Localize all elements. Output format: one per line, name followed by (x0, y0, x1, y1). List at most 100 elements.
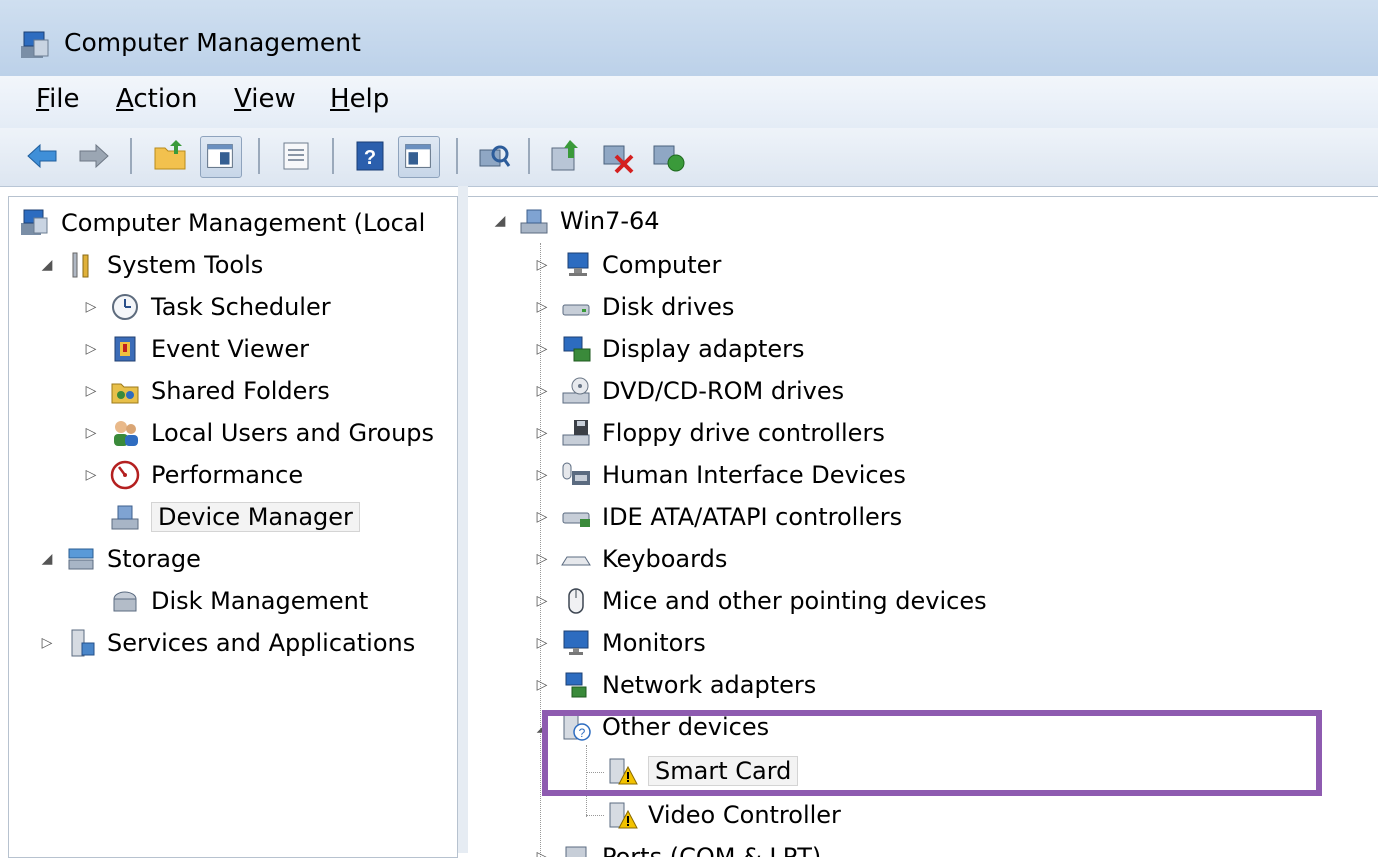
expanded-triangle-icon[interactable]: ◢ (39, 257, 55, 273)
tree-label: Shared Folders (151, 377, 330, 405)
tree-label: Event Viewer (151, 335, 309, 363)
collapsed-triangle-icon[interactable]: ▷ (83, 425, 99, 441)
floppy-controller-icon (562, 420, 590, 446)
tree-label: Video Controller (648, 801, 841, 829)
collapsed-triangle-icon[interactable]: ▷ (534, 509, 550, 525)
tree-label: Services and Applications (107, 629, 416, 657)
collapsed-triangle-icon[interactable]: ▷ (534, 467, 550, 483)
menu-view[interactable]: View (234, 84, 296, 114)
display-adapter-icon (563, 336, 591, 362)
tree-label: Computer (602, 251, 722, 279)
tree-label: Performance (151, 461, 304, 489)
device-manager-icon (111, 505, 139, 530)
disk-drive-icon (562, 304, 590, 316)
enable-device-icon[interactable] (648, 136, 688, 176)
event-viewer-icon (114, 336, 136, 362)
device-category-mice[interactable]: ▷ Mice and other pointing devices (534, 581, 987, 621)
console-tree[interactable]: Computer Management (Local ◢ System Tool… (8, 196, 458, 858)
collapsed-triangle-icon[interactable]: ▷ (534, 849, 550, 857)
menu-action[interactable]: Action (116, 84, 197, 114)
tree-label: IDE ATA/ATAPI controllers (602, 503, 903, 531)
collapsed-triangle-icon[interactable]: ▷ (83, 383, 99, 399)
device-category-computer[interactable]: ▷ Computer (534, 245, 722, 285)
computer-icon (567, 252, 589, 276)
collapsed-triangle-icon[interactable]: ▷ (534, 551, 550, 567)
device-category-monitors[interactable]: ▷ Monitors (534, 623, 706, 663)
device-category-network-adapters[interactable]: ▷ Network adapters (534, 665, 817, 705)
collapsed-triangle-icon[interactable]: ▷ (83, 341, 99, 357)
device-category-disk-drives[interactable]: ▷ Disk drives (534, 287, 735, 327)
tree-item-storage[interactable]: ◢ Storage (39, 539, 201, 579)
device-category-human-interface-devices[interactable]: ▷ Human Interface Devices (534, 455, 906, 495)
collapsed-triangle-icon[interactable]: ▷ (534, 593, 550, 609)
tree-item-shared-folders[interactable]: ▷ Shared Folders (83, 371, 330, 411)
performance-icon (110, 460, 140, 490)
tree-label: Win7-64 (560, 207, 660, 235)
device-category-keyboards[interactable]: ▷ Keyboards (534, 539, 728, 579)
port-icon (565, 846, 587, 857)
scan-hardware-icon[interactable] (474, 136, 514, 176)
menu-bar: File Action View Help (0, 76, 1378, 128)
collapsed-triangle-icon[interactable]: ▷ (83, 467, 99, 483)
menu-help[interactable]: Help (330, 84, 389, 114)
menu-file[interactable]: File (36, 84, 80, 114)
device-category-dvd-cd-rom-drives[interactable]: ▷ DVD/CD-ROM drives (534, 371, 844, 411)
up-folder-icon[interactable] (150, 136, 190, 176)
storage-icon (68, 548, 94, 570)
tree-label: Monitors (602, 629, 706, 657)
collapsed-triangle-icon[interactable]: ▷ (39, 635, 55, 651)
help-icon[interactable]: ? (350, 136, 390, 176)
device-tree-root[interactable]: ◢ Win7-64 (492, 201, 660, 241)
tree-label: Human Interface Devices (602, 461, 906, 489)
collapsed-triangle-icon[interactable]: ▷ (534, 677, 550, 693)
device-video-controller[interactable]: Video Controller (606, 795, 841, 835)
collapsed-triangle-icon[interactable]: ▷ (534, 341, 550, 357)
network-adapter-icon (565, 672, 587, 698)
device-category-ide-ata-atapi-controllers[interactable]: ▷ IDE ATA/ATAPI controllers (534, 497, 903, 537)
toolbar: ? (0, 128, 1378, 187)
collapsed-triangle-icon[interactable]: ▷ (83, 299, 99, 315)
tree-label: Disk drives (602, 293, 735, 321)
show-hide-console-tree-icon[interactable] (200, 136, 242, 178)
tree-item-services-and-applications[interactable]: ▷ Services and Applications (39, 623, 416, 663)
toolbar-separator (528, 138, 530, 174)
show-hide-action-pane-icon[interactable] (398, 136, 440, 178)
svg-text:?: ? (364, 147, 376, 169)
tree-item-local-users-and-groups[interactable]: ▷ Local Users and Groups (83, 413, 434, 453)
keyboard-icon (561, 556, 591, 566)
tree-item-performance[interactable]: ▷ Performance (83, 455, 303, 495)
toolbar-separator (456, 138, 458, 174)
tree-label: Keyboards (602, 545, 728, 573)
properties-icon[interactable] (276, 136, 316, 176)
uninstall-icon[interactable] (598, 136, 638, 176)
expanded-triangle-icon[interactable]: ◢ (492, 213, 508, 229)
window-title: Computer Management (64, 28, 361, 57)
tree-label: Network adapters (602, 671, 817, 699)
collapsed-triangle-icon[interactable]: ▷ (534, 299, 550, 315)
collapsed-triangle-icon[interactable]: ▷ (534, 635, 550, 651)
back-arrow-icon[interactable] (22, 136, 62, 176)
disk-management-icon (113, 591, 137, 612)
collapsed-triangle-icon[interactable]: ▷ (534, 425, 550, 441)
device-category-ports[interactable]: ▷ Ports (COM & LPT) (534, 837, 821, 857)
tree-item-system-tools[interactable]: ◢ System Tools (39, 245, 264, 285)
device-category-floppy-drive-controllers[interactable]: ▷ Floppy drive controllers (534, 413, 885, 453)
tree-label: Task Scheduler (151, 293, 331, 321)
device-category-display-adapters[interactable]: ▷ Display adapters (534, 329, 805, 369)
tree-item-disk-management[interactable]: Disk Management (109, 581, 368, 621)
clock-icon (112, 294, 138, 320)
update-driver-icon[interactable] (546, 136, 586, 176)
tree-label: Floppy drive controllers (602, 419, 885, 447)
pane-splitter[interactable] (458, 186, 468, 853)
expanded-triangle-icon[interactable]: ◢ (39, 551, 55, 567)
tree-item-task-scheduler[interactable]: ▷ Task Scheduler (83, 287, 331, 327)
collapsed-triangle-icon[interactable]: ▷ (534, 383, 550, 399)
tree-item-event-viewer[interactable]: ▷ Event Viewer (83, 329, 309, 369)
collapsed-triangle-icon[interactable]: ▷ (534, 257, 550, 273)
tree-label: Computer Management (Local (61, 209, 426, 237)
tree-root-computer-management[interactable]: Computer Management (Local (19, 203, 425, 243)
forward-arrow-icon[interactable] (74, 136, 114, 176)
users-icon (114, 421, 138, 446)
tree-item-device-manager[interactable]: Device Manager (109, 497, 360, 537)
toolbar-separator (258, 138, 260, 174)
